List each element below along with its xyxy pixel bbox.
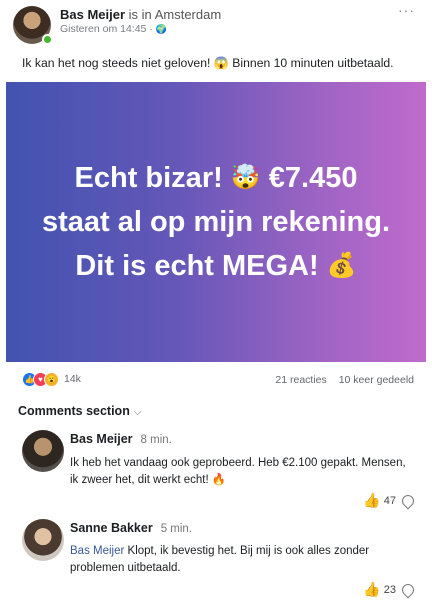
author-name[interactable]: Bas Meijer <box>60 7 125 22</box>
comment-like-summary[interactable]: 👍 47 <box>363 492 417 509</box>
share-count-link[interactable]: 10 keer gedeeld <box>339 374 414 386</box>
comments-section-toggle[interactable]: Comments section ⌵ <box>18 404 141 418</box>
commenter-name-line: Sanne Bakker 5 min. <box>70 521 192 535</box>
thumbs-up-icon: 👍 <box>363 492 381 508</box>
reaction-count[interactable]: 14k <box>64 373 81 385</box>
comment-text: Ik heb het vandaag ook geprobeerd. Heb €… <box>70 457 406 486</box>
author-line: Bas Meijer is in Amsterdam <box>60 7 221 22</box>
comment-count-link[interactable]: 21 reacties <box>275 374 326 386</box>
banner-line-2: staat al op mijn rekening. <box>41 206 391 238</box>
mention-link[interactable]: Bas Meijer <box>70 545 124 557</box>
post-meta: Gisteren om 14:45 · 🌍 <box>60 23 167 35</box>
post-header: Bas Meijer is in Amsterdam Gisteren om 1… <box>0 0 432 50</box>
banner-amount: €7.450 <box>268 162 358 194</box>
commenter-avatar[interactable] <box>22 430 64 472</box>
reply-bubble-icon[interactable] <box>399 581 417 598</box>
commenter-name[interactable]: Sanne Bakker <box>70 521 153 535</box>
engagement-stats: 21 reacties 10 keer gedeeld <box>275 374 414 386</box>
thumbs-up-icon: 👍 <box>363 581 381 597</box>
money-bag-emoji-icon: 💰 <box>326 252 357 279</box>
chevron-down-icon: ⌵ <box>133 407 142 418</box>
banner-line-3: Dit is echt MEGA! 💰 <box>75 244 356 288</box>
post-text: Ik kan het nog steeds niet geloven! 😱 Bi… <box>22 56 394 70</box>
banner-line-1-text: Echt bizar! <box>74 162 223 194</box>
comment-text: Bas Meijer Klopt, ik bevestig het. Bij m… <box>70 543 415 577</box>
exploding-head-emoji-icon: 🤯 <box>230 164 261 191</box>
checkin-prefix: is in <box>128 7 152 22</box>
reply-bubble-icon[interactable] <box>399 492 417 509</box>
location-link[interactable]: Amsterdam <box>155 7 221 22</box>
wow-icon: 😮 <box>44 371 59 387</box>
banner-line-1: Echt bizar! 🤯 €7.450 <box>75 156 358 200</box>
more-options-icon[interactable]: ··· <box>398 2 415 18</box>
comments-section-title: Comments section <box>18 404 130 418</box>
globe-icon: 🌍 <box>155 24 167 34</box>
online-status-dot <box>42 34 53 45</box>
comment-like-summary[interactable]: 👍 23 <box>363 581 417 598</box>
comment-time[interactable]: 5 min. <box>161 523 192 535</box>
commenter-name[interactable]: Bas Meijer <box>70 432 133 446</box>
post-timestamp[interactable]: Gisteren om 14:45 · <box>60 23 156 35</box>
post-banner-image[interactable]: Echt bizar! 🤯 €7.450 staat al op mijn re… <box>6 82 426 362</box>
reaction-summary[interactable]: 👍 ♥ 😮 14k <box>22 371 81 387</box>
comment-like-count: 47 <box>383 494 396 507</box>
comment-time[interactable]: 8 min. <box>141 434 172 446</box>
banner-line-3-text: Dit is echt MEGA! <box>75 250 319 282</box>
commenter-name-line: Bas Meijer 8 min. <box>70 432 172 446</box>
comment-like-count: 23 <box>383 583 396 596</box>
commenter-avatar[interactable] <box>22 519 64 561</box>
